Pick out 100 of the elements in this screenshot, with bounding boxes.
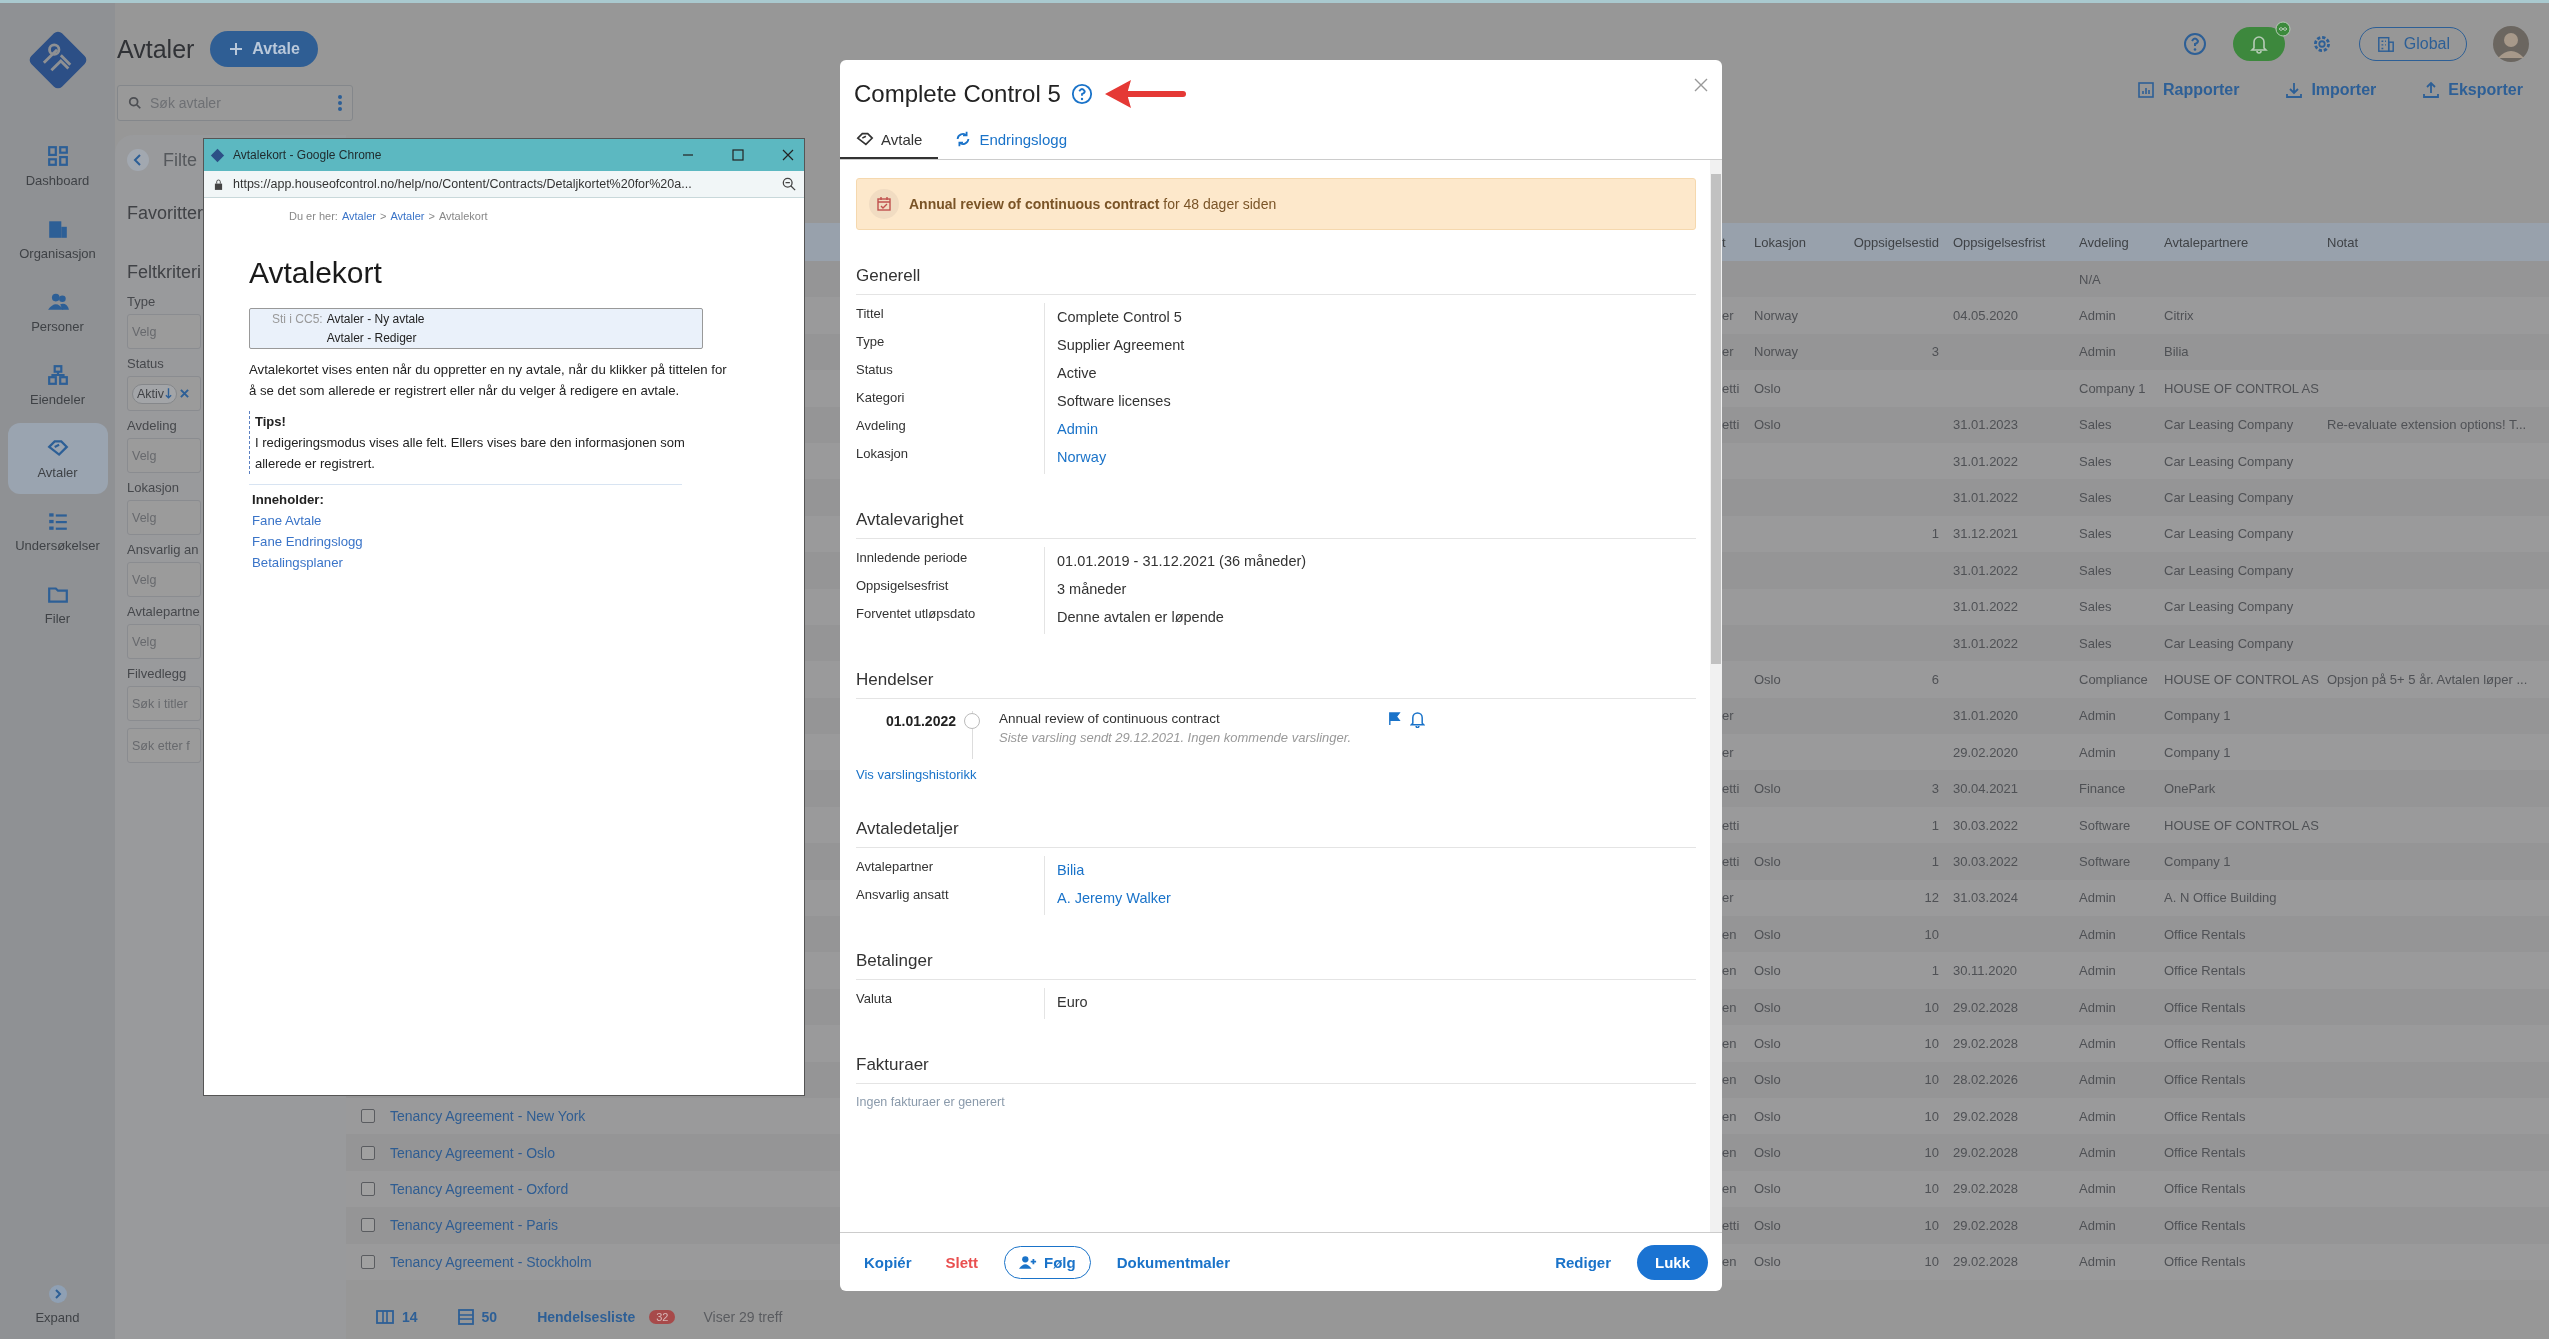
page-size-button[interactable]: 50 (457, 1309, 498, 1325)
column-header[interactable]: Oppsigelsestid (1836, 234, 1953, 250)
columns-button[interactable]: 14 (376, 1309, 418, 1325)
notice-period-cell: 10 (1924, 1108, 1939, 1124)
result-count: Viser 29 treff (703, 1309, 783, 1325)
upload-icon (2422, 81, 2441, 99)
field-link[interactable]: Bilia (1057, 859, 1085, 887)
import-button[interactable]: Importer (2279, 80, 2383, 100)
zoom-icon[interactable] (782, 177, 796, 191)
notice-period-cell: 10 (1924, 1254, 1939, 1270)
sidebar-item[interactable]: Dashboard (7, 131, 108, 202)
notice-date-cell: 29.02.2020 (1953, 744, 2019, 760)
expand-button[interactable]: Expand (35, 1284, 80, 1325)
checkbox[interactable] (361, 1145, 375, 1160)
sidebar-item[interactable]: Eiendeler (7, 350, 108, 421)
table-cell: en (1722, 1145, 1737, 1161)
notice-period-cell: 10 (1924, 1217, 1939, 1233)
footer-button[interactable]: Rediger (1547, 1247, 1619, 1277)
footer-button[interactable]: Slett (937, 1247, 987, 1277)
export-button[interactable]: Eksporter (2416, 80, 2529, 100)
event-list-link[interactable]: Hendelsesliste (537, 1309, 636, 1325)
history-link[interactable]: Vis varslingshistorikk (856, 767, 977, 782)
new-agreement-button[interactable]: Avtale (210, 31, 318, 67)
partner-cell: Car Leasing Company (2164, 599, 2294, 615)
maximize-icon[interactable] (732, 149, 744, 161)
column-header[interactable]: t (1722, 234, 1754, 250)
filter-title: Filte (163, 149, 197, 171)
bell-icon[interactable] (1410, 711, 1425, 728)
field-label: Kategori (856, 389, 906, 407)
table-cell: en (1722, 1181, 1737, 1197)
breadcrumb-link[interactable]: Avtaler (341, 210, 376, 222)
agreement-link[interactable]: Tenancy Agreement - Oxford (390, 1180, 569, 1197)
field-link[interactable]: Norway (1057, 446, 1107, 474)
column-header[interactable]: Lokasjon (1754, 234, 1836, 250)
breadcrumb-current: Avtalekort (438, 210, 488, 222)
column-header[interactable]: Oppsigelsesfrist (1953, 234, 2079, 250)
column-header[interactable]: Notat (2327, 234, 2549, 250)
rows-icon (457, 1309, 474, 1325)
agreement-link[interactable]: Tenancy Agreement - Stockholm (390, 1253, 592, 1270)
event-note: Siste varsling sendt 29.12.2021. Ingen kommende varslinger. (999, 730, 1353, 745)
tab[interactable]: Endringslogg (938, 122, 1083, 159)
status-chip[interactable]: Aktiv (132, 383, 178, 404)
notice-period-cell: 1 (1931, 817, 1939, 833)
column-header[interactable]: Avdeling (2079, 234, 2164, 250)
dashboard-icon (46, 145, 69, 167)
field-link[interactable]: A. Jeremy Walker (1057, 887, 1171, 915)
status-field[interactable]: Aktiv (127, 376, 201, 411)
flag-icon[interactable] (1387, 711, 1402, 726)
notice-date-cell: 31.01.2022 (1953, 490, 2019, 506)
reports-button[interactable]: Rapporter (2130, 80, 2246, 100)
footer-button[interactable]: Dokumentmaler (1108, 1247, 1239, 1277)
agreement-link[interactable]: Tenancy Agreement - Oslo (390, 1144, 555, 1161)
notice-date-cell: 31.01.2022 (1953, 562, 2019, 578)
field-link[interactable]: Admin (1057, 418, 1099, 446)
help-icon[interactable] (1070, 83, 1093, 105)
avatar[interactable] (2493, 26, 2529, 62)
agreement-link[interactable]: Tenancy Agreement - New York (390, 1108, 586, 1125)
location-cell: Norway (1754, 308, 1799, 324)
checkbox[interactable] (361, 1254, 375, 1269)
section-title: Avtaledetaljer (856, 819, 1696, 848)
checkbox[interactable] (361, 1181, 375, 1196)
table-cell: en (1722, 999, 1737, 1015)
location-cell: Oslo (1754, 1145, 1781, 1161)
department-cell: Admin (2079, 999, 2116, 1015)
notice-date-cell: 31.01.2020 (1953, 708, 2019, 724)
sidebar-item[interactable]: Avtaler (7, 423, 108, 494)
sidebar-item[interactable]: Personer (7, 277, 108, 348)
add-user-icon (1019, 1254, 1038, 1270)
breadcrumb-link[interactable]: Avtaler (390, 210, 425, 222)
contents-link[interactable]: Fane Endringslogg (252, 531, 363, 552)
event-title: Annual review of continuous contract (999, 711, 1221, 726)
contents-link[interactable]: Betalingsplaner (252, 552, 343, 573)
agreement-link[interactable]: Tenancy Agreement - Paris (390, 1217, 559, 1234)
partner-cell: Office Rentals (2164, 1108, 2246, 1124)
close-icon[interactable] (782, 149, 794, 161)
footer-button[interactable]: Lukk (1637, 1244, 1708, 1280)
scrollbar[interactable] (1710, 160, 1722, 1232)
department-cell: Admin (2079, 890, 2116, 906)
column-header[interactable]: Avtalepartnere (2164, 234, 2327, 250)
partner-cell: Car Leasing Company (2164, 562, 2294, 578)
help-icon[interactable] (2182, 32, 2207, 56)
tab[interactable]: Avtale (840, 122, 939, 159)
more-icon[interactable] (337, 94, 343, 112)
note-cell: Opsjon på 5+ 5 år. Avtalen løper ... (2327, 672, 2528, 687)
partner-cell: HOUSE OF CONTROL AS (2164, 672, 2319, 687)
footer-button[interactable]: Kopiér (856, 1247, 920, 1277)
notification-button[interactable] (2232, 27, 2285, 61)
path-label: Sti i CC5: (272, 312, 323, 328)
sidebar-item[interactable]: Undersøkelser (7, 496, 108, 567)
remove-icon[interactable] (180, 389, 190, 398)
checkbox[interactable] (361, 1109, 375, 1124)
calendar-icon (869, 189, 899, 219)
chart-icon (2136, 81, 2155, 99)
criteria-heading: Feltkriteri (127, 262, 201, 283)
sidebar-item[interactable]: Organisasjon (7, 204, 108, 275)
notice-date-cell: 31.01.2022 (1953, 453, 2019, 469)
contents-link[interactable]: Fane Avtale (252, 510, 322, 531)
back-icon[interactable] (127, 149, 149, 171)
sidebar-item[interactable]: Filer (7, 569, 108, 640)
checkbox[interactable] (361, 1218, 375, 1233)
